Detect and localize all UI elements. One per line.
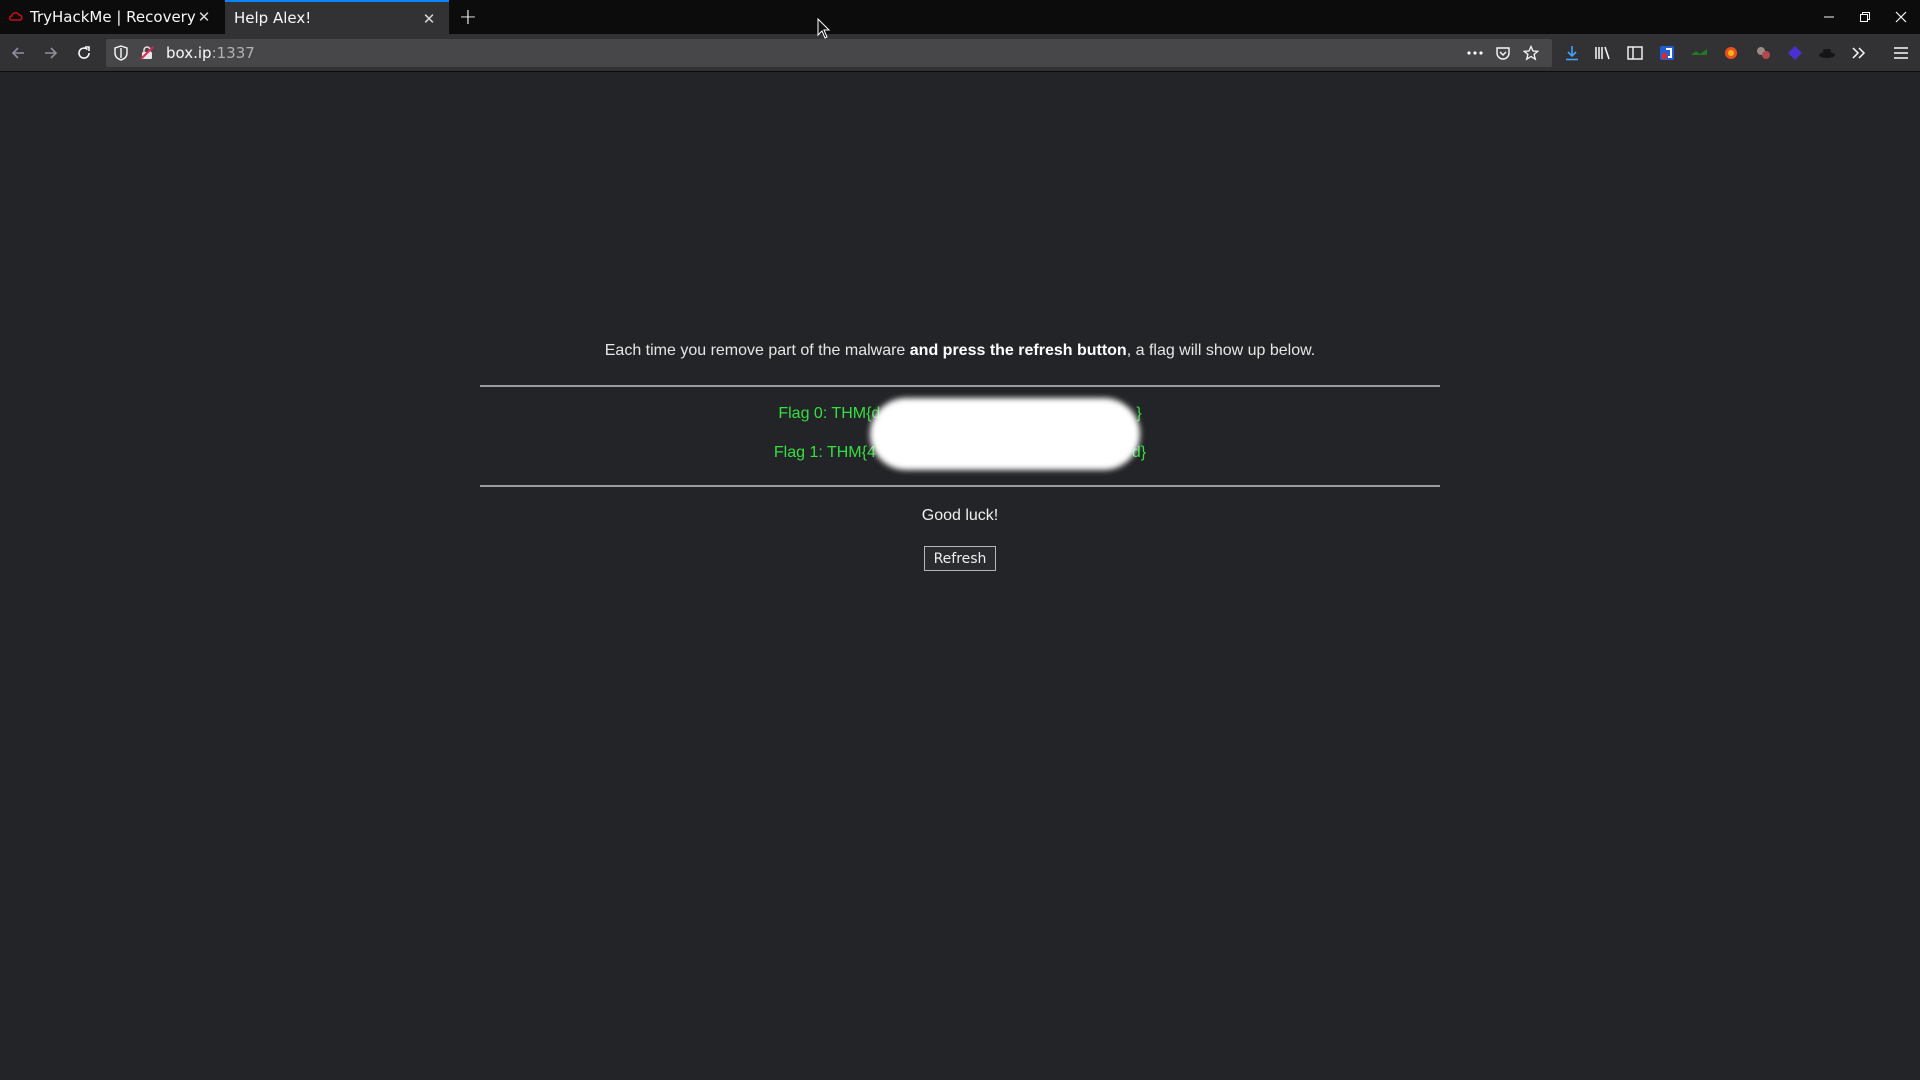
- url-text: box.ip:1337: [166, 44, 255, 62]
- navigation-toolbar: box.ip:1337: [0, 34, 1920, 72]
- library-icon[interactable]: [1593, 44, 1613, 62]
- refresh-button[interactable]: Refresh: [924, 546, 996, 571]
- back-arrow-icon[interactable]: [4, 40, 32, 66]
- bottom-divider: [480, 485, 1440, 487]
- url-port: :1337: [211, 44, 255, 62]
- page-actions-ellipsis-icon[interactable]: [1466, 44, 1484, 62]
- instructions-emphasis: and press the refresh button: [909, 342, 1127, 359]
- instructions-lead: Each time you remove part of the malware: [604, 342, 910, 359]
- close-tab-icon[interactable]: ✕: [419, 9, 439, 29]
- extension-blue-red-icon[interactable]: [1657, 44, 1677, 62]
- flag-0-prefix: Flag 0: THM{d: [778, 405, 881, 422]
- tab-strip: TryHackMe | Recovery ✕ Help Alex! ✕ +: [0, 0, 1920, 34]
- tab-title: Help Alex!: [234, 9, 312, 27]
- new-tab-plus-icon[interactable]: +: [455, 4, 481, 30]
- tab-tryhackme[interactable]: TryHackMe | Recovery ✕: [0, 0, 224, 34]
- page-content: Each time you remove part of the malware…: [0, 73, 1920, 1080]
- reload-icon[interactable]: [70, 40, 98, 66]
- extension-gray-red-icon[interactable]: [1753, 44, 1773, 62]
- extension-orange-icon[interactable]: [1721, 44, 1741, 62]
- mouse-cursor-icon: [817, 18, 831, 39]
- hamburger-menu-icon[interactable]: [1891, 44, 1911, 62]
- sidebar-icon[interactable]: [1625, 44, 1645, 62]
- instructions-text: Each time you remove part of the malware…: [0, 342, 1920, 360]
- tracking-protection-shield-icon[interactable]: [112, 44, 130, 62]
- bookmark-star-icon[interactable]: [1522, 44, 1540, 62]
- tab-title: TryHackMe | Recovery: [30, 8, 196, 26]
- pocket-icon[interactable]: [1494, 44, 1512, 62]
- insecure-connection-icon[interactable]: [138, 44, 156, 62]
- instructions-tail: , a flag will show up below.: [1126, 342, 1316, 359]
- extension-dark-hat-icon[interactable]: [1817, 44, 1837, 62]
- close-tab-icon[interactable]: ✕: [194, 7, 214, 27]
- tab-help-alex[interactable]: Help Alex! ✕: [225, 0, 449, 34]
- restore-icon[interactable]: [1847, 0, 1883, 34]
- address-bar[interactable]: box.ip:1337: [106, 39, 1552, 67]
- minimize-icon[interactable]: [1811, 0, 1847, 34]
- good-luck-text: Good luck!: [921, 507, 999, 524]
- redaction-blot: [870, 398, 1140, 470]
- flag-1-prefix: Flag 1: THM{4: [773, 444, 876, 461]
- overflow-chevrons-icon[interactable]: [1849, 44, 1869, 62]
- forward-arrow-icon[interactable]: [37, 40, 65, 66]
- top-divider: [480, 385, 1440, 387]
- tryhackme-favicon-icon: [8, 12, 23, 21]
- url-host: box.ip: [166, 44, 212, 62]
- close-window-icon[interactable]: [1883, 0, 1919, 34]
- extension-purple-diamond-icon[interactable]: [1785, 44, 1805, 62]
- extension-green-icon[interactable]: [1689, 44, 1709, 62]
- download-arrow-icon[interactable]: [1562, 44, 1582, 62]
